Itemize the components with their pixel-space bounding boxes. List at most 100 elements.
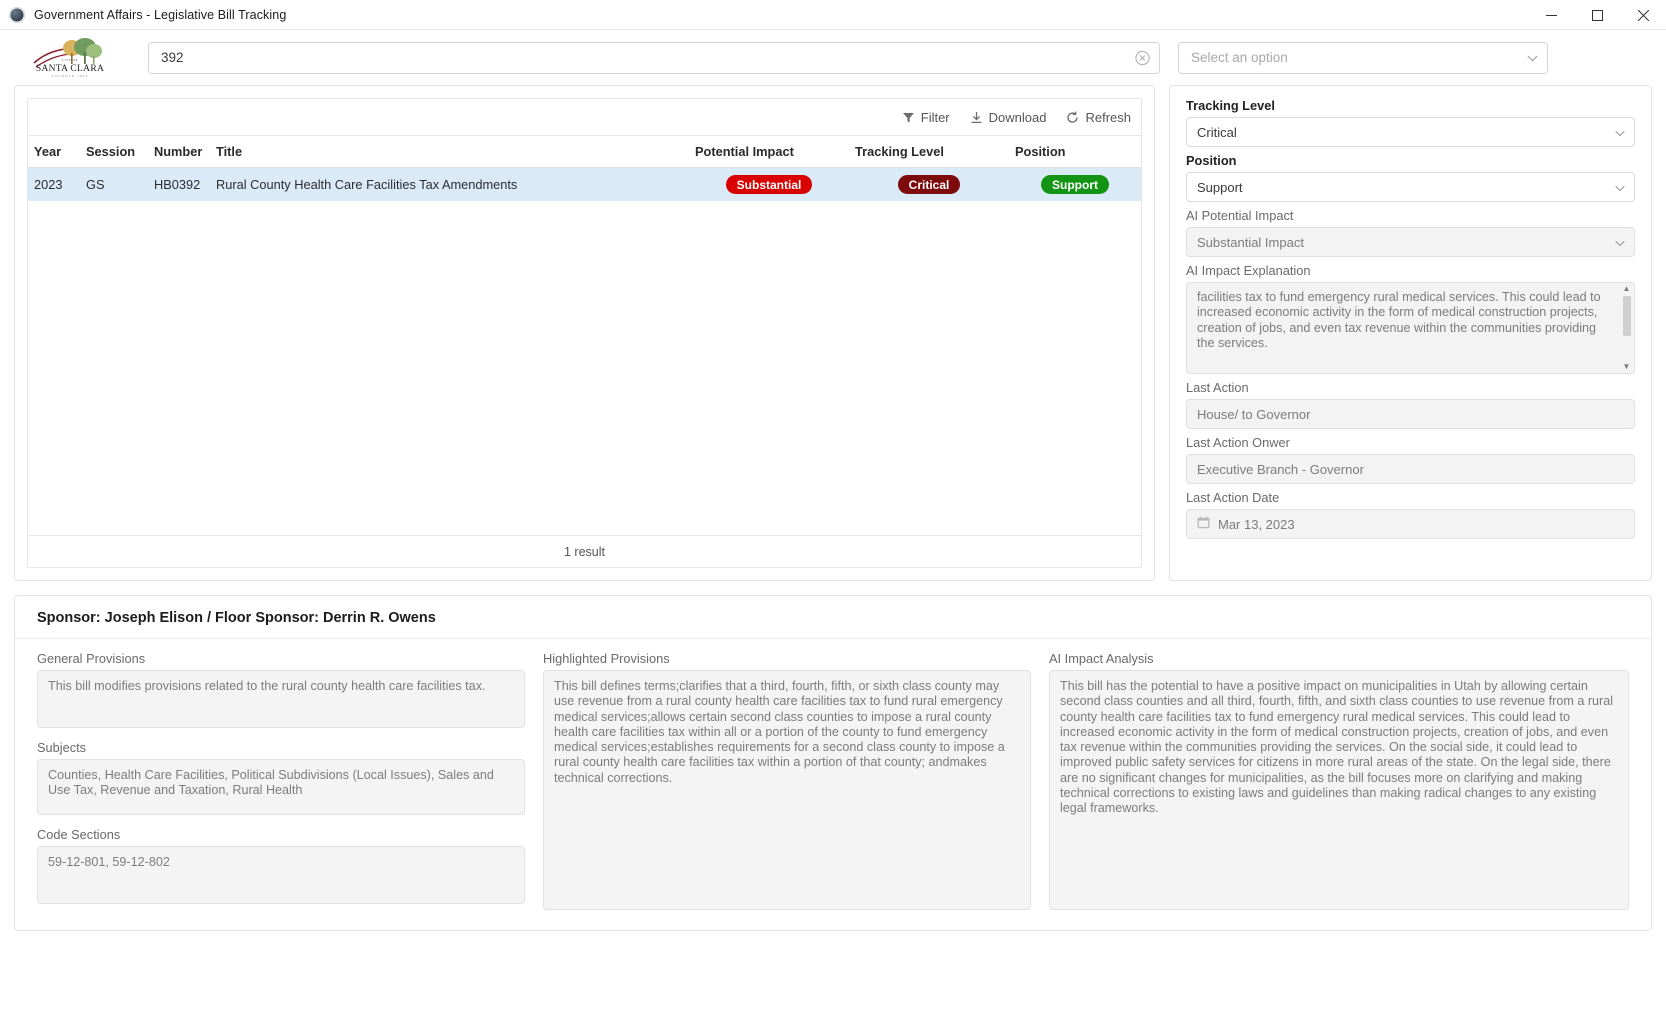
cell-session: GS (80, 167, 148, 201)
scroll-down-icon[interactable]: ▼ (1623, 362, 1631, 372)
scrollbar-thumb[interactable] (1622, 296, 1631, 336)
ai-impact-explanation-value: facilities tax to fund emergency rural m… (1197, 290, 1601, 351)
label-ai-impact-explanation: AI Impact Explanation (1186, 263, 1311, 278)
cell-number: HB0392 (148, 167, 210, 201)
bill-search-box[interactable] (148, 41, 1160, 74)
status-badge-tracking-level: Critical (897, 175, 961, 194)
chevron-down-icon (1615, 235, 1625, 250)
position-select[interactable]: Support (1186, 172, 1635, 202)
download-button[interactable]: Download (970, 109, 1047, 125)
svg-text:SANTA CLARA: SANTA CLARA (36, 64, 104, 74)
cell-year: 2023 (28, 167, 80, 201)
column-header-number[interactable]: Number (148, 136, 210, 168)
status-badge-position: Support (1041, 175, 1109, 194)
option-select[interactable]: Select an option (1178, 41, 1548, 74)
label-general-provisions: General Provisions (37, 651, 146, 666)
calendar-icon (1197, 516, 1210, 532)
grid-toolbar: Filter Download Refresh (28, 99, 1141, 136)
grid-result-count: 1 result (28, 535, 1141, 567)
textarea-scrollbar[interactable]: ▲ ▼ (1620, 284, 1633, 372)
chevron-down-icon (1615, 180, 1625, 195)
column-header-potential-impact[interactable]: Potential Impact (689, 136, 849, 168)
filter-label: Filter (920, 109, 950, 125)
general-provisions-text[interactable]: This bill modifies provisions related to… (37, 670, 525, 728)
status-badge-potential-impact: Substantial (725, 175, 813, 194)
city-tree-logo-icon: CITY OF SANTA CLARA FOUNDED 1854 (33, 37, 104, 78)
field-tracking-level: Tracking Level Critical (1186, 98, 1635, 147)
column-header-year[interactable]: Year (28, 136, 80, 168)
bills-grid-panel: Filter Download Refresh Year Session Num… (14, 85, 1155, 581)
last-action-date-value: Mar 13, 2023 (1218, 516, 1295, 532)
filter-icon (902, 112, 914, 122)
cell-tracking-level: Critical (849, 167, 1009, 201)
ai-impact-analysis-text[interactable]: This bill has the potential to have a po… (1049, 670, 1629, 910)
main-content: Filter Download Refresh Year Session Num… (0, 85, 1666, 931)
field-last-action-date: Last Action Date Mar 13, 2023 (1186, 490, 1635, 539)
ai-impact-explanation-textarea[interactable]: facilities tax to fund emergency rural m… (1186, 282, 1635, 374)
label-last-action: Last Action (1186, 380, 1249, 395)
svg-text:FOUNDED 1854: FOUNDED 1854 (52, 74, 89, 78)
position-value: Support (1197, 179, 1243, 195)
label-last-action-date: Last Action Date (1186, 490, 1280, 505)
scroll-up-icon[interactable]: ▲ (1623, 284, 1631, 294)
window-titlebar: Government Affairs - Legislative Bill Tr… (0, 0, 1666, 30)
refresh-button[interactable]: Refresh (1066, 110, 1131, 125)
label-ai-potential-impact: AI Potential Impact (1186, 208, 1294, 223)
column-header-tracking-level[interactable]: Tracking Level (849, 136, 1009, 168)
last-action-owner-value: Executive Branch - Governor (1197, 461, 1364, 477)
highlighted-provisions-text[interactable]: This bill defines terms;clarifies that a… (543, 670, 1031, 910)
chevron-down-icon (1615, 125, 1625, 140)
column-header-session[interactable]: Session (80, 136, 148, 168)
chevron-down-icon (1527, 49, 1538, 67)
cell-title: Rural County Health Care Facilities Tax … (210, 167, 689, 201)
ai-potential-impact-value: Substantial Impact (1197, 234, 1304, 250)
window-controls (1528, 0, 1666, 30)
column-general-info: General Provisions This bill modifies pr… (37, 651, 525, 910)
download-icon (971, 111, 982, 123)
label-subjects: Subjects (37, 740, 87, 755)
bill-details-bottom-panel: Sponsor: Joseph Elison / Floor Sponsor: … (14, 595, 1652, 931)
refresh-label: Refresh (1085, 109, 1131, 125)
table-row[interactable]: 2023 GS HB0392 Rural County Health Care … (28, 167, 1141, 201)
download-label: Download (988, 109, 1047, 125)
tracking-level-select[interactable]: Critical (1186, 117, 1635, 147)
svg-text:CITY OF: CITY OF (62, 58, 78, 62)
tracking-level-value: Critical (1197, 124, 1237, 140)
bills-grid: Filter Download Refresh Year Session Num… (27, 98, 1142, 568)
label-tracking-level: Tracking Level (1186, 98, 1275, 113)
close-icon[interactable] (1620, 0, 1666, 30)
clear-circle-icon[interactable] (1135, 50, 1150, 65)
field-last-action: Last Action House/ to Governor (1186, 380, 1635, 429)
subjects-text[interactable]: Counties, Health Care Facilities, Politi… (37, 759, 525, 815)
minimize-icon[interactable] (1528, 0, 1574, 30)
cell-position: Support (1009, 167, 1141, 201)
field-ai-potential-impact: AI Potential Impact Substantial Impact (1186, 208, 1635, 257)
search-input[interactable] (148, 41, 1160, 74)
last-action-value: House/ to Governor (1197, 406, 1311, 422)
grid-empty-area (28, 201, 1141, 535)
app-toolbar: CITY OF SANTA CLARA FOUNDED 1854 Select … (0, 30, 1666, 85)
code-sections-text[interactable]: 59-12-801, 59-12-802 (37, 846, 525, 904)
app-globe-icon (9, 6, 25, 23)
filter-button[interactable]: Filter (902, 110, 950, 125)
option-select-value[interactable]: Select an option (1178, 41, 1548, 74)
column-header-title[interactable]: Title (210, 136, 689, 168)
last-action-owner-value-box: Executive Branch - Governor (1186, 454, 1635, 484)
column-highlighted-provisions: Highlighted Provisions This bill defines… (543, 651, 1031, 910)
last-action-date-value-box: Mar 13, 2023 (1186, 509, 1635, 539)
label-ai-impact-analysis: AI Impact Analysis (1049, 651, 1154, 666)
maximize-icon[interactable] (1574, 0, 1620, 30)
sponsor-heading: Sponsor: Joseph Elison / Floor Sponsor: … (15, 596, 1651, 639)
label-last-action-owner: Last Action Onwer (1186, 435, 1290, 450)
field-position: Position Support (1186, 153, 1635, 202)
label-highlighted-provisions: Highlighted Provisions (543, 651, 670, 666)
field-last-action-owner: Last Action Onwer Executive Branch - Gov… (1186, 435, 1635, 484)
window-title: Government Affairs - Legislative Bill Tr… (34, 7, 287, 22)
field-ai-impact-explanation: AI Impact Explanation facilities tax to … (1186, 263, 1635, 374)
label-position: Position (1186, 153, 1237, 168)
label-code-sections: Code Sections (37, 827, 121, 842)
bills-table: Year Session Number Title Potential Impa… (28, 136, 1141, 201)
cell-potential-impact: Substantial (689, 167, 849, 201)
column-ai-impact-analysis: AI Impact Analysis This bill has the pot… (1049, 651, 1629, 910)
column-header-position[interactable]: Position (1009, 136, 1141, 168)
